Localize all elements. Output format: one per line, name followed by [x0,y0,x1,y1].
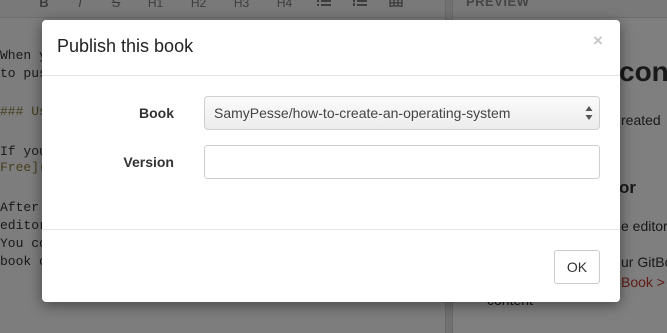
dialog-title: Publish this book [57,36,194,56]
book-select-value: SamyPesse/how-to-create-an-operating-sys… [214,105,511,121]
ok-button[interactable]: OK [554,250,600,284]
book-label: Book [139,105,174,121]
close-icon[interactable]: × [591,32,605,49]
select-arrows-icon [585,105,593,121]
book-select[interactable]: SamyPesse/how-to-create-an-operating-sys… [204,96,600,130]
version-label: Version [123,154,174,170]
dialog-header: Publish this book × [42,20,620,76]
publish-dialog: Publish this book × Book SamyPesse/how-t… [42,20,620,302]
version-input[interactable] [204,145,600,179]
dialog-footer: OK [42,229,620,302]
